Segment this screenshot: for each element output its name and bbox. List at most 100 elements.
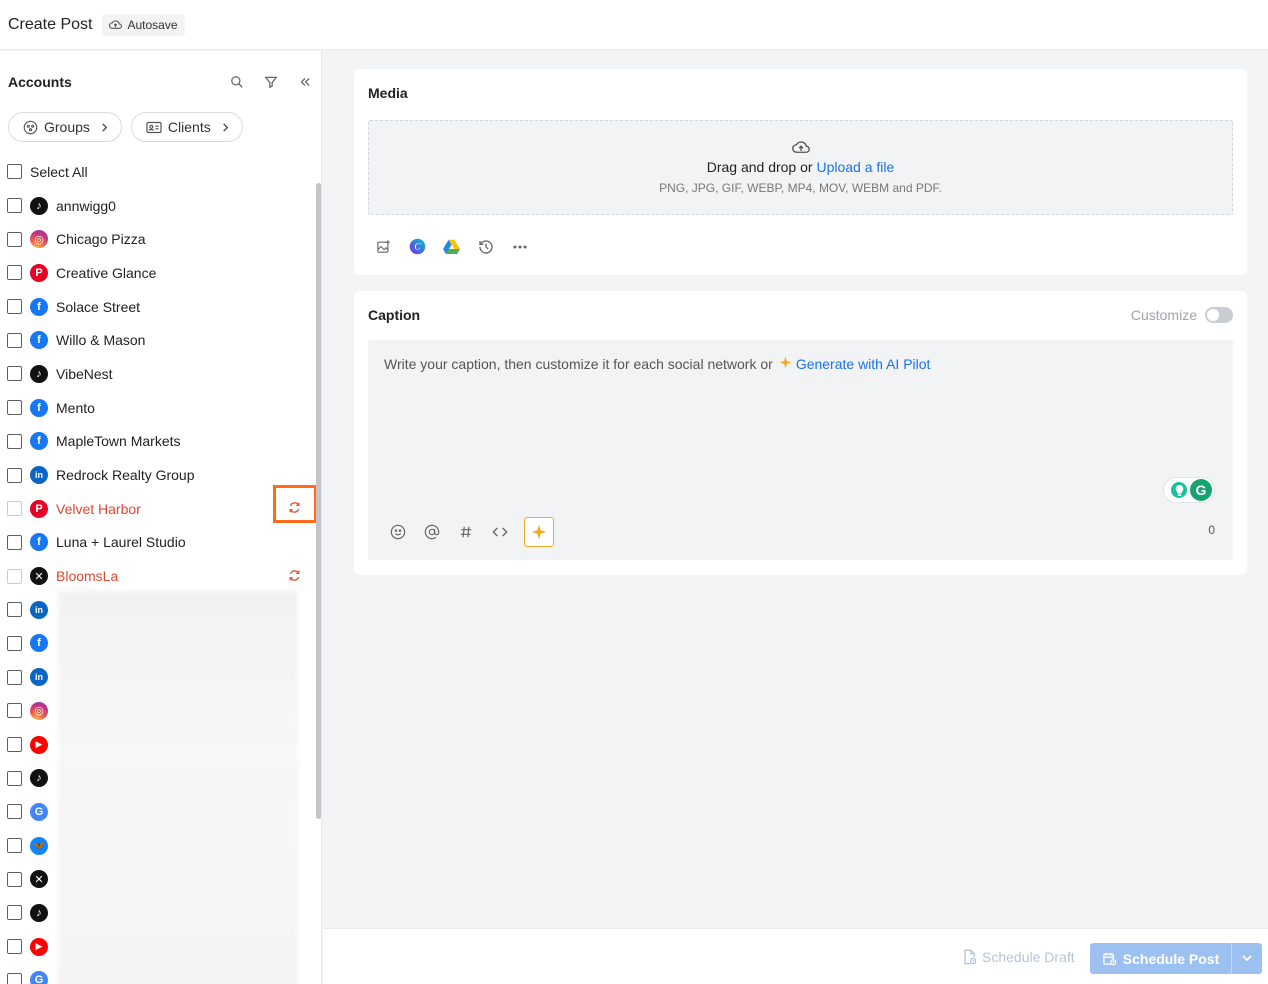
clients-icon (146, 121, 162, 133)
account-checkbox[interactable] (7, 366, 22, 382)
account-checkbox[interactable] (7, 804, 22, 820)
ai-pilot-button[interactable] (524, 517, 554, 547)
account-checkbox[interactable] (7, 871, 22, 887)
linkedin-icon: in (30, 668, 48, 687)
account-checkbox[interactable] (7, 299, 22, 315)
account-row[interactable]: in Redrock Realty Group (7, 458, 313, 492)
schedule-draft-button[interactable]: Schedule Draft (962, 949, 1075, 965)
search-icon[interactable] (229, 74, 245, 90)
youtube-icon: ▶ (30, 937, 48, 956)
sparkle-icon (531, 524, 547, 540)
account-row[interactable]: f MapleTown Markets (7, 425, 313, 459)
account-checkbox[interactable] (7, 905, 22, 921)
image-library-icon[interactable] (374, 237, 393, 256)
account-checkbox[interactable] (7, 770, 22, 786)
code-icon[interactable] (490, 523, 509, 542)
account-row[interactable]: P Velvet Harbor (7, 492, 313, 526)
sidebar-scrollbar[interactable] (316, 183, 321, 819)
grammarly-widget[interactable]: G (1163, 477, 1215, 503)
account-name: Mento (56, 399, 95, 416)
account-checkbox[interactable] (7, 198, 22, 214)
account-name: Chicago Pizza (56, 231, 146, 248)
account-checkbox[interactable] (7, 669, 22, 685)
schedule-post-main[interactable]: Schedule Post (1090, 943, 1232, 974)
schedule-options-dropdown[interactable] (1232, 943, 1262, 974)
account-name: VibeNest (56, 365, 113, 382)
select-all-checkbox[interactable] (7, 164, 22, 180)
x-icon: ✕ (30, 870, 48, 889)
account-row[interactable]: ♪ annwigg0 (7, 189, 313, 223)
groups-button[interactable]: Groups (8, 112, 122, 142)
caption-toolbar (388, 517, 554, 547)
calendar-icon (1103, 952, 1117, 966)
account-checkbox[interactable] (7, 467, 22, 483)
instagram-icon: ◎ (30, 230, 48, 249)
supported-formats: PNG, JPG, GIF, WEBP, MP4, MOV, WEBM and … (659, 181, 942, 195)
chevron-right-icon (102, 122, 108, 132)
tiktok-icon: ♪ (30, 196, 48, 215)
account-row[interactable]: f Mento (7, 391, 313, 425)
account-checkbox[interactable] (7, 737, 22, 753)
collapse-sidebar-icon[interactable] (297, 74, 313, 90)
account-name: Willo & Mason (56, 332, 146, 349)
filter-icon[interactable] (263, 74, 279, 90)
autosave-badge: Autosave (102, 13, 185, 36)
tiktok-icon: ♪ (30, 364, 48, 383)
account-checkbox[interactable] (7, 939, 22, 955)
caption-placeholder: Write your caption, then customize it fo… (384, 356, 930, 372)
autosave-label: Autosave (127, 17, 178, 32)
lightbulb-icon (1171, 482, 1187, 498)
account-checkbox[interactable] (7, 433, 22, 449)
facebook-icon: f (30, 533, 48, 552)
account-checkbox[interactable] (7, 972, 22, 984)
reconnect-icon[interactable] (287, 568, 301, 582)
canva-icon[interactable]: C (408, 237, 427, 256)
account-checkbox[interactable] (7, 231, 22, 247)
account-checkbox[interactable] (7, 265, 22, 281)
account-row[interactable]: f Luna + Laurel Studio (7, 526, 313, 560)
account-row[interactable]: f Solace Street (7, 290, 313, 324)
emoji-icon[interactable] (388, 523, 407, 542)
account-checkbox[interactable] (7, 534, 22, 550)
account-row[interactable]: f Willo & Mason (7, 323, 313, 357)
account-checkbox[interactable] (7, 635, 22, 651)
select-all-row[interactable]: Select All (7, 155, 313, 189)
media-toolbar: C (374, 237, 529, 256)
account-row[interactable]: ♪ VibeNest (7, 357, 313, 391)
upload-file-link[interactable]: Upload a file (816, 159, 894, 175)
drop-text: Drag and drop or (706, 159, 813, 175)
schedule-post-button[interactable]: Schedule Post (1090, 943, 1262, 974)
account-checkbox[interactable] (7, 703, 22, 719)
caption-title: Caption (368, 307, 421, 323)
customize-toggle[interactable] (1205, 307, 1233, 323)
chevron-right-icon (222, 122, 229, 132)
account-checkbox[interactable] (7, 332, 22, 348)
caption-placeholder-text: Write your caption, then customize it fo… (384, 356, 773, 372)
pinterest-icon: P (30, 263, 48, 282)
dropzone-text: Drag and drop or Upload a file (369, 159, 1232, 175)
account-row[interactable]: ◎ Chicago Pizza (7, 222, 313, 256)
linkedin-icon: in (30, 600, 48, 619)
account-name: BloomsLa (56, 568, 119, 585)
caption-editor[interactable]: Write your caption, then customize it fo… (368, 340, 1233, 560)
account-row[interactable]: ✕ BloomsLa (7, 559, 313, 593)
facebook-icon: f (30, 297, 48, 316)
account-name: Creative Glance (56, 264, 157, 281)
youtube-icon: ▶ (30, 735, 48, 754)
media-dropzone[interactable]: Drag and drop or Upload a file PNG, JPG,… (368, 120, 1233, 215)
account-name: Solace Street (56, 298, 141, 315)
mention-icon[interactable] (422, 523, 441, 542)
google-drive-icon[interactable] (442, 237, 461, 256)
redacted-account-names (58, 591, 298, 984)
accounts-header: Accounts (8, 72, 313, 92)
history-icon[interactable] (476, 237, 495, 256)
account-checkbox[interactable] (7, 602, 22, 618)
generate-ai-pilot-link[interactable]: Generate with AI Pilot (796, 356, 931, 372)
account-checkbox[interactable] (7, 838, 22, 854)
more-icon[interactable] (510, 237, 529, 256)
linkedin-icon: in (30, 466, 48, 485)
clients-button[interactable]: Clients (130, 112, 243, 142)
hashtag-icon[interactable] (456, 523, 475, 542)
account-checkbox[interactable] (7, 400, 22, 416)
account-row[interactable]: P Creative Glance (7, 256, 313, 290)
